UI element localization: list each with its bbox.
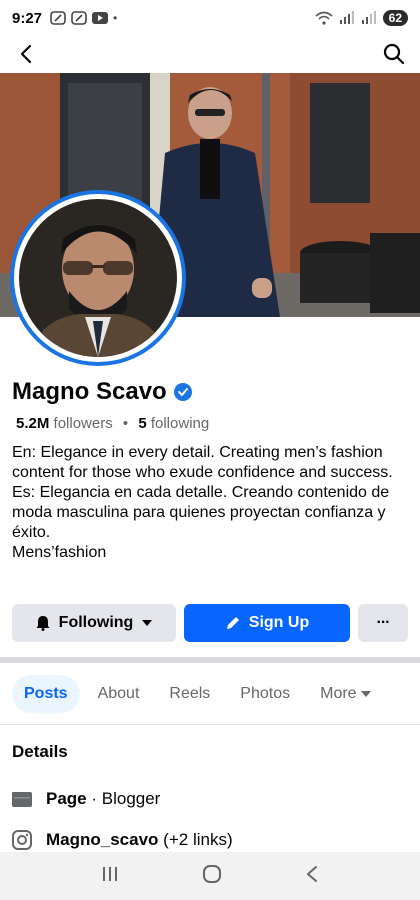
tab-about[interactable]: About	[86, 675, 152, 713]
status-time: 9:27	[12, 9, 43, 27]
back-button[interactable]	[12, 40, 40, 68]
notification-icons: •	[50, 11, 117, 25]
flag-icon	[12, 792, 32, 807]
more-options-label: ···	[376, 614, 391, 631]
search-icon	[383, 43, 405, 65]
bio-line: En: Elegance in every detail. Creating m…	[12, 444, 393, 481]
system-icons: 62	[315, 10, 408, 26]
tab-posts[interactable]: Posts	[12, 675, 80, 713]
tab-more-label: More	[320, 685, 357, 702]
tab-photos[interactable]: Photos	[228, 675, 302, 713]
sign-up-label: Sign Up	[248, 614, 310, 631]
following-label: Following	[58, 614, 134, 631]
home-icon	[202, 864, 221, 883]
profile-actions: Following Sign Up ···	[12, 604, 408, 642]
search-button[interactable]	[380, 40, 408, 68]
bio-line: Es: Elegancia en cada detalle. Creando c…	[12, 484, 390, 541]
more-options-button[interactable]: ···	[358, 604, 408, 642]
notification-app-icon	[50, 11, 66, 25]
caret-down-icon	[360, 691, 371, 697]
following-count[interactable]: 5	[138, 415, 146, 432]
bell-icon	[36, 616, 50, 631]
instagram-icon	[12, 830, 32, 850]
tab-reels[interactable]: Reels	[157, 675, 222, 713]
following-button[interactable]: Following	[12, 604, 176, 642]
app-bar	[0, 36, 420, 72]
system-nav-bar	[0, 852, 420, 900]
pencil-icon	[226, 617, 239, 629]
tabs-divider	[0, 724, 420, 725]
page-category: Blogger	[101, 789, 161, 808]
page-label: Page	[46, 789, 87, 808]
signal-icon	[339, 11, 354, 24]
home-button[interactable]	[202, 864, 222, 889]
verified-badge-icon	[173, 383, 192, 401]
battery-indicator: 62	[382, 10, 408, 26]
profile-tabs: Posts About Reels Photos More	[0, 675, 420, 713]
back-arrow-icon	[20, 44, 32, 64]
back-icon	[306, 865, 317, 882]
caret-down-icon	[142, 620, 153, 626]
avatar-photo	[19, 199, 177, 357]
recent-apps-button[interactable]	[101, 866, 119, 887]
instagram-handle[interactable]: Magno_scavo	[46, 830, 158, 849]
details-title: Details	[12, 742, 68, 761]
wifi-icon	[315, 11, 333, 25]
tab-more[interactable]: More	[308, 675, 382, 713]
section-divider	[0, 657, 420, 663]
recent-apps-icon	[103, 866, 118, 881]
instagram-extra-links[interactable]: (+2 links)	[163, 830, 232, 849]
sign-up-button[interactable]: Sign Up	[184, 604, 350, 642]
more-notifications-dot: •	[113, 11, 118, 25]
status-bar: 9:27 • 62	[0, 0, 420, 36]
detail-instagram[interactable]: Magno_scavo (+2 links)	[12, 830, 233, 850]
profile-bio: En: Elegance in every detail. Creating m…	[12, 443, 408, 563]
stats-separator: •	[122, 415, 129, 432]
page-separator: ·	[86, 789, 102, 808]
notification-app-icon	[71, 11, 87, 25]
bio-line: Mens’fashion	[12, 544, 107, 561]
detail-page-category: Page · Blogger	[12, 789, 160, 809]
youtube-icon	[92, 12, 109, 24]
profile-name: Magno Scavo	[12, 378, 167, 405]
profile-avatar[interactable]	[10, 190, 186, 366]
following-label[interactable]: following	[151, 415, 209, 432]
profile-stats: 5.2M followers • 5 following	[16, 415, 209, 432]
followers-label[interactable]: followers	[54, 415, 113, 432]
profile-name-row: Magno Scavo	[12, 378, 193, 406]
signal-icon	[361, 11, 376, 24]
system-back-button[interactable]	[305, 865, 319, 888]
followers-count[interactable]: 5.2M	[16, 415, 49, 432]
